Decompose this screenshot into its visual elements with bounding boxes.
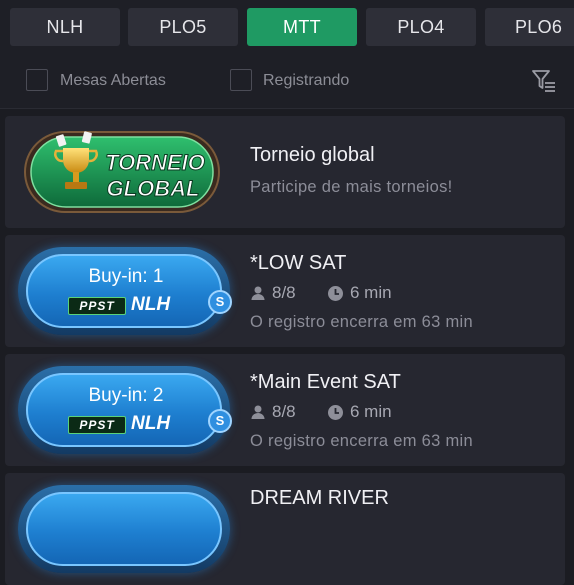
tab-plo5[interactable]: PLO5 (128, 8, 238, 46)
game-type-label: NLH (131, 413, 171, 434)
tab-nlh[interactable]: NLH (10, 8, 120, 46)
buyin-label: Buy-in: 1 (88, 266, 164, 287)
featured-subtitle: Participe de mais torneios! (250, 178, 453, 196)
clock-icon (328, 285, 343, 301)
ppst-brand-badge: PPST (68, 297, 126, 315)
tournament-card[interactable]: DREAM RIVER (5, 473, 565, 585)
players-meta: 8/8 (250, 402, 296, 422)
clock-icon (328, 404, 343, 420)
satellite-badge: S (208, 409, 232, 433)
registering-checkbox[interactable] (230, 69, 252, 91)
registration-status: O registro encerra em 63 min (250, 432, 473, 450)
tab-label: PLO6 (515, 16, 563, 37)
players-count: 8/8 (272, 402, 296, 421)
filter-sort-icon[interactable] (531, 68, 557, 94)
duration-meta: 6 min (327, 283, 392, 303)
buyin-pill: Buy-in: 1 PPST NLH S (18, 247, 232, 335)
featured-tournament-card[interactable]: TORNEIO GLOBAL Torneio global Participe … (5, 116, 565, 228)
buyin-pill: Buy-in: 2 PPST NLH S (18, 366, 232, 454)
duration-value: 6 min (350, 402, 392, 421)
tournament-name: *Main Event SAT (250, 371, 401, 393)
registering-label: Registrando (263, 72, 350, 89)
person-icon (251, 286, 265, 300)
person-icon (251, 405, 265, 419)
buyin-label: Buy-in: 2 (88, 385, 164, 406)
tournament-card[interactable]: Buy-in: 1 PPST NLH S *LOW SAT 8/8 6 min … (5, 235, 565, 347)
open-tables-checkbox[interactable] (26, 69, 48, 91)
registration-status: O registro encerra em 63 min (250, 313, 473, 331)
tournament-card[interactable]: Buy-in: 2 PPST NLH S *Main Event SAT 8/8… (5, 354, 565, 466)
tab-plo6[interactable]: PLO6 (485, 8, 574, 46)
tab-label: PLO4 (397, 16, 445, 37)
tab-mtt[interactable]: MTT (247, 8, 357, 46)
torneio-global-logo: TORNEIO GLOBAL (24, 131, 220, 213)
satellite-badge: S (208, 290, 232, 314)
logo-text-line2: GLOBAL (107, 176, 200, 201)
duration-value: 6 min (350, 283, 392, 302)
players-count: 8/8 (272, 283, 296, 302)
ppst-brand-badge: PPST (68, 416, 126, 434)
tab-plo4[interactable]: PLO4 (366, 8, 476, 46)
duration-meta: 6 min (327, 402, 392, 422)
tab-label: PLO5 (159, 16, 207, 37)
players-meta: 8/8 (250, 283, 296, 303)
logo-text-line1: TORNEIO (105, 150, 205, 175)
tab-label: MTT (283, 16, 321, 37)
featured-title: Torneio global (250, 144, 375, 166)
buyin-pill (18, 485, 230, 573)
game-type-tabs: NLH PLO5 MTT PLO4 PLO6 (0, 0, 574, 56)
tab-label: NLH (46, 16, 84, 37)
tournament-name: DREAM RIVER (250, 487, 389, 509)
open-tables-label: Mesas Abertas (60, 72, 166, 89)
game-type-label: NLH (131, 294, 171, 315)
filter-bar: Mesas Abertas Registrando (0, 56, 574, 109)
tournament-name: *LOW SAT (250, 252, 347, 274)
